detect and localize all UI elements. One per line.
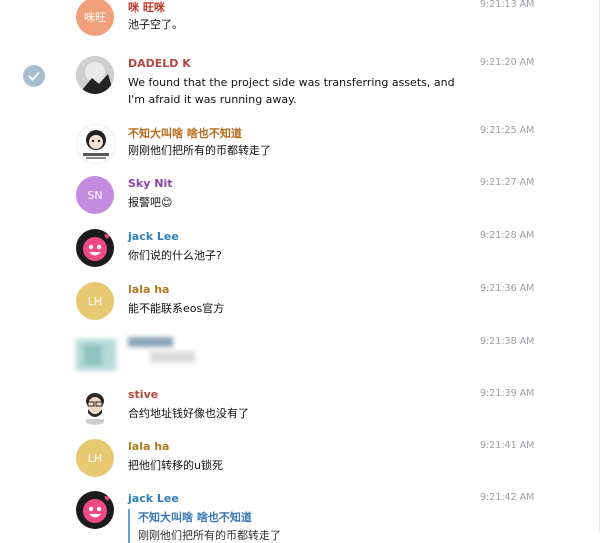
message-item[interactable]: 咪旺 咪 旺咪 9:21:13 AM 池子空了。: [0, 0, 600, 48]
message-text: 把他们转移的u锁死: [128, 459, 223, 472]
message-text: 能不能联系eos官方: [128, 302, 225, 315]
avatar[interactable]: [76, 56, 114, 94]
message-text: We found that the project side was trans…: [128, 76, 455, 106]
sender-name[interactable]: 咪 旺咪: [128, 0, 165, 15]
avatar[interactable]: [76, 124, 116, 164]
avatar[interactable]: LH: [76, 282, 114, 320]
message-time: 9:21:28 AM: [480, 230, 535, 241]
reply-text: 刚刚他们把所有的币都转走了: [138, 529, 281, 542]
svg-text:♥: ♥: [104, 233, 110, 241]
sender-name[interactable]: lala ha: [128, 440, 169, 453]
blurred-name: [128, 337, 173, 347]
avatar-cartoon: [77, 125, 115, 163]
message-item[interactable]: ♥ jack Lee 9:21:28 AM 你们说的什么池子?: [0, 227, 600, 279]
avatar[interactable]: [76, 387, 114, 425]
message-text: 合约地址钱好像也没有了: [128, 407, 249, 420]
avatar[interactable]: LH: [76, 439, 114, 477]
message-item[interactable]: DADELD K 9:21:20 AM We found that the pr…: [0, 54, 600, 116]
avatar[interactable]: SN: [76, 176, 114, 214]
message-time: 9:21:41 AM: [480, 440, 535, 451]
avatar-photo: [76, 56, 114, 94]
reply-quote[interactable]: 不知大叫啥 啥也不知道 刚刚他们把所有的币都转走了: [128, 509, 281, 543]
message-text: 你们说的什么池子?: [128, 249, 222, 262]
sender-name[interactable]: lala ha: [128, 283, 169, 296]
message-item[interactable]: ♥ jack Lee 9:21:42 AM 不知大叫啥 啥也不知道 刚刚他们把所…: [0, 489, 600, 543]
message-time: 9:21:25 AM: [480, 125, 535, 136]
message-item[interactable]: LH lala ha 9:21:41 AM 把他们转移的u锁死: [0, 437, 600, 489]
sender-name[interactable]: 不知大叫啥 啥也不知道: [128, 125, 242, 141]
avatar-bearded-man: [76, 387, 114, 425]
avatar[interactable]: ♥: [76, 491, 114, 529]
message-item[interactable]: 不知大叫啥 啥也不知道 9:21:25 AM 刚刚他们把所有的币都转走了: [0, 122, 600, 174]
sender-name[interactable]: DADELD K: [128, 57, 191, 70]
blurred-text: [150, 351, 195, 363]
pink-face-icon: ♥: [83, 495, 110, 523]
sender-name[interactable]: stive: [128, 388, 158, 401]
message-time: 9:21:27 AM: [480, 177, 535, 188]
message-item[interactable]: SN Sky Nit 9:21:27 AM 报警吧😊: [0, 174, 600, 226]
sender-name[interactable]: jack Lee: [128, 230, 179, 243]
avatar[interactable]: ♥: [76, 229, 114, 267]
svg-text:♥: ♥: [104, 495, 110, 503]
message-time: 9:21:38 AM: [480, 336, 535, 347]
message-text: 池子空了。: [128, 18, 183, 31]
message-item[interactable]: 9:21:38 AM: [0, 333, 600, 385]
message-time: 9:21:42 AM: [480, 492, 535, 503]
sender-name[interactable]: Sky Nit: [128, 177, 172, 190]
pink-face-icon: ♥: [83, 233, 110, 261]
message-item[interactable]: LH lala ha 9:21:36 AM 能不能联系eos官方: [0, 280, 600, 332]
message-text: 报警吧😊: [128, 196, 173, 209]
reply-sender-name: 不知大叫啥 啥也不知道: [138, 511, 252, 524]
message-time: 9:21:39 AM: [480, 388, 535, 399]
sender-name[interactable]: jack Lee: [128, 492, 179, 505]
message-time: 9:21:20 AM: [480, 57, 535, 68]
message-item[interactable]: stive 9:21:39 AM 合约地址钱好像也没有了: [0, 385, 600, 437]
message-text: 刚刚他们把所有的币都转走了: [128, 144, 271, 157]
message-time: 9:21:13 AM: [480, 0, 535, 10]
chat-history: 咪旺 咪 旺咪 9:21:13 AM 池子空了。 DADELD K 9:21:2…: [0, 0, 600, 543]
blurred-avatar-detail: [84, 345, 102, 365]
avatar[interactable]: 咪旺: [76, 0, 114, 36]
message-time: 9:21:36 AM: [480, 283, 535, 294]
